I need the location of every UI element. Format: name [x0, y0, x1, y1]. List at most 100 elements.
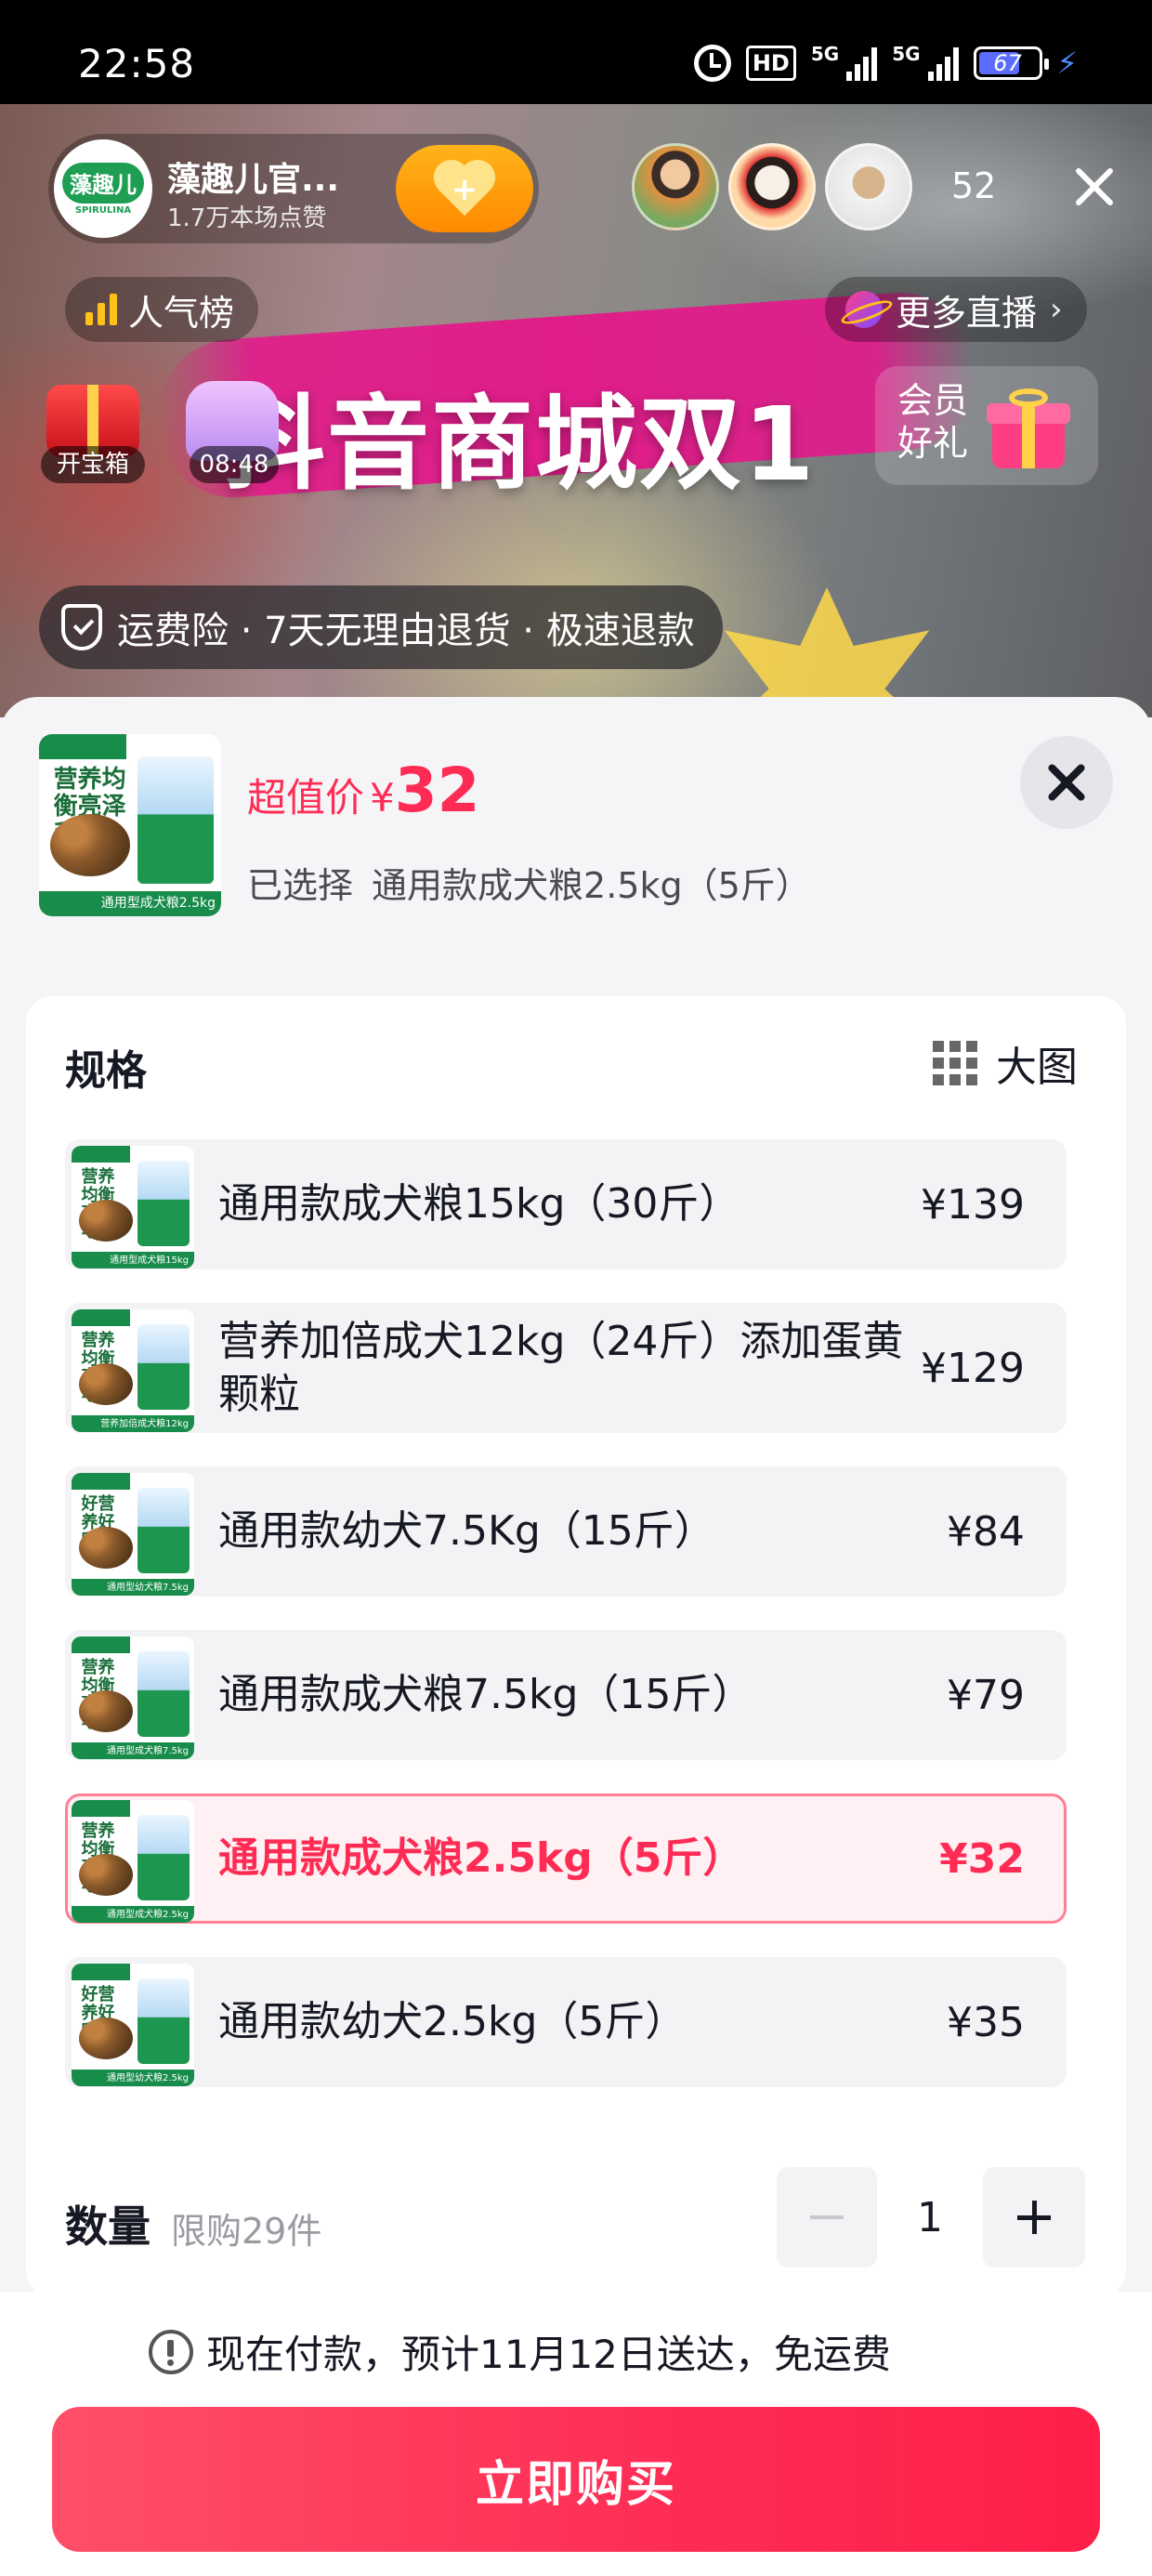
- spec-option-label: 营养加倍成犬12kg（24斤）添加蛋黄颗粒: [218, 1317, 904, 1418]
- viewer-avatar[interactable]: [728, 143, 816, 230]
- gift-bag-timer[interactable]: 08:48: [177, 372, 288, 483]
- quantity-title: 数量: [65, 2201, 151, 2252]
- quantity-minus-button[interactable]: [777, 2167, 877, 2267]
- streamer-info[interactable]: 藻趣儿 SPIRULINA 藻趣儿官... 1.7万本场点赞 +: [48, 134, 539, 243]
- spec-option-thumbnail: 营养均衡亮泽毛发通用型成犬粮15kg: [72, 1146, 194, 1268]
- option-thumb-foot: 通用型成犬粮2.5kg: [106, 1909, 189, 1920]
- spec-option[interactable]: 营养均衡亮泽毛发通用型成犬粮7.5kg 通用款成犬粮7.5kg（15斤） ¥79: [65, 1630, 1067, 1760]
- buy-now-button[interactable]: 立即购买: [52, 2407, 1100, 2552]
- spec-option[interactable]: 营养均衡亮泽毛发通用型成犬粮15kg 通用款成犬粮15kg（30斤） ¥139: [65, 1139, 1067, 1269]
- follow-button[interactable]: +: [396, 145, 533, 232]
- dog-food-bag-image: [137, 756, 215, 884]
- option-thumb-head: 营养均衡亮泽毛发: [81, 1166, 115, 1241]
- option-thumb-head: 好营养好吸收: [81, 1984, 115, 2040]
- signal-icon: [927, 46, 959, 81]
- banner-text: 抖音商城双1: [223, 385, 817, 504]
- spec-option-label: 通用款幼犬2.5kg（5斤）: [218, 1998, 687, 2046]
- battery-icon: 67: [973, 46, 1049, 80]
- delivery-note-text: 现在付款，预计11月12日送达，免运费: [206, 2332, 891, 2377]
- chevron-right-icon: ›: [1050, 291, 1063, 328]
- bar-chart-icon: [85, 294, 117, 325]
- kibble-image: [78, 1363, 133, 1405]
- member-gift-label: 会员好礼: [897, 380, 969, 464]
- member-gift-button[interactable]: 会员好礼: [875, 366, 1098, 485]
- gift-timer-label: 08:48: [190, 446, 279, 483]
- option-thumb-head: 营养均衡亮泽毛发: [81, 1657, 115, 1731]
- kibble-image: [78, 1200, 133, 1242]
- kibble-image: [78, 1854, 133, 1896]
- option-thumb-head: 营养均衡亮泽毛发: [81, 1330, 115, 1404]
- spec-option-price: ¥139: [921, 1180, 1025, 1229]
- option-thumb-foot: 营养加倍成犬粮12kg: [100, 1418, 189, 1429]
- price-symbol: ¥: [370, 775, 395, 821]
- spec-option[interactable]: 营养均衡亮泽毛发通用型成犬粮2.5kg 通用款成犬粮2.5kg（5斤） ¥32: [65, 1794, 1067, 1924]
- delivery-note: 现在付款，预计11月12日送达，免运费: [149, 2323, 891, 2380]
- thumb-head-text: 营养均衡亮泽毛发: [53, 766, 126, 847]
- streamer-likes: 1.7万本场点赞: [167, 204, 327, 232]
- selected-sku-line: 已选择 通用款成犬粮2.5kg（5斤）: [247, 857, 811, 908]
- more-live-label: 更多直播: [896, 292, 1038, 334]
- brand-logo-sub: SPIRULINA: [74, 204, 132, 216]
- shield-check-icon: [61, 604, 102, 651]
- dog-food-bag-image: [137, 1487, 190, 1574]
- spec-option-price: ¥84: [947, 1507, 1025, 1556]
- gift-box-icon: [987, 388, 1070, 468]
- signal-icon: [846, 46, 878, 81]
- status-time: 22:58: [78, 41, 196, 86]
- selected-label: 已选择: [247, 865, 354, 906]
- battery-level: 67: [993, 50, 1022, 76]
- option-thumb-foot: 通用型幼犬粮7.5kg: [106, 1582, 189, 1593]
- status-icons: HD 5G 5G 67 ⚡: [693, 43, 1078, 84]
- info-icon: [149, 2329, 193, 2374]
- quantity-plus-button[interactable]: [983, 2167, 1085, 2267]
- spec-option-thumbnail: 好营养好吸收通用型幼犬粮7.5kg: [72, 1473, 194, 1596]
- guarantee-text: 运费险 · 7天无理由退货 · 极速退款: [117, 610, 695, 652]
- dog-food-bag-image: [137, 1650, 190, 1738]
- quantity-limit: 限购29件: [171, 2211, 322, 2252]
- option-thumb-foot: 通用型成犬粮7.5kg: [106, 1745, 189, 1756]
- price-line: 超值价 ¥ 32: [247, 755, 480, 826]
- close-live-icon[interactable]: [1068, 162, 1119, 212]
- spec-option-label: 通用款成犬粮7.5kg（15斤）: [218, 1671, 753, 1719]
- spec-option-thumbnail: 好营养好吸收通用型幼犬粮2.5kg: [72, 1964, 194, 2086]
- service-guarantee-bar[interactable]: 运费险 · 7天无理由退货 · 极速退款: [39, 585, 723, 669]
- spec-option-thumbnail: 营养均衡亮泽毛发通用型成犬粮7.5kg: [72, 1636, 194, 1759]
- option-thumb-foot: 通用型成犬粮15kg: [110, 1255, 189, 1266]
- close-sheet-button[interactable]: [1020, 736, 1113, 829]
- more-live-button[interactable]: 更多直播 ›: [825, 277, 1087, 342]
- viewer-avatar[interactable]: [825, 143, 912, 230]
- dog-food-bag-image: [137, 1978, 190, 2065]
- product-thumbnail[interactable]: 营养均衡亮泽毛发 通用型成犬粮2.5kg: [39, 734, 221, 916]
- streamer-avatar[interactable]: 藻趣儿 SPIRULINA: [54, 139, 152, 238]
- big-image-toggle[interactable]: 大图: [933, 1033, 1078, 1093]
- spec-title: 规格: [65, 1047, 147, 1095]
- popularity-rank-button[interactable]: 人气榜: [65, 277, 259, 342]
- spec-option[interactable]: 好营养好吸收通用型幼犬粮2.5kg 通用款幼犬2.5kg（5斤） ¥35: [65, 1957, 1067, 2087]
- kibble-image: [49, 814, 130, 876]
- spec-option[interactable]: 好营养好吸收通用型幼犬粮7.5kg 通用款幼犬7.5Kg（15斤） ¥84: [65, 1466, 1067, 1597]
- spec-option-price: ¥79: [947, 1671, 1025, 1719]
- price-value: 32: [394, 755, 480, 826]
- brand-logo-text: 藻趣儿: [62, 162, 144, 204]
- spec-option-thumbnail: 营养均衡亮泽毛发营养加倍成犬粮12kg: [72, 1309, 194, 1432]
- charging-bolt-icon: ⚡: [1056, 46, 1078, 81]
- option-thumb-foot: 通用型幼犬粮2.5kg: [106, 2072, 189, 2083]
- treasure-box-button[interactable]: 开宝箱: [37, 372, 149, 483]
- thumb-foot-text: 通用型成犬粮2.5kg: [100, 895, 216, 911]
- signal-2-label: 5G: [892, 43, 921, 65]
- viewer-avatar[interactable]: [632, 143, 719, 230]
- spec-option-price: ¥32: [939, 1834, 1025, 1883]
- dog-food-bag-image: [137, 1160, 190, 1247]
- dog-food-bag-image: [137, 1814, 190, 1901]
- status-bar: 22:58 HD 5G 5G 67 ⚡: [0, 0, 1152, 104]
- viewer-count[interactable]: 52: [951, 165, 996, 206]
- quantity-value[interactable]: 1: [877, 2167, 983, 2267]
- alarm-icon: [693, 45, 731, 82]
- spec-option-label: 通用款幼犬7.5Kg（15斤）: [218, 1507, 715, 1556]
- spec-option[interactable]: 营养均衡亮泽毛发营养加倍成犬粮12kg营养加倍成犬12kg（24斤）添加蛋黄颗粒…: [65, 1303, 1067, 1433]
- treasure-label: 开宝箱: [41, 446, 145, 483]
- spec-option-label: 通用款成犬粮2.5kg（5斤）: [218, 1834, 744, 1883]
- rank-label: 人气榜: [128, 292, 235, 334]
- selected-value: 通用款成犬粮2.5kg（5斤）: [372, 865, 811, 906]
- kibble-image: [78, 2017, 133, 2059]
